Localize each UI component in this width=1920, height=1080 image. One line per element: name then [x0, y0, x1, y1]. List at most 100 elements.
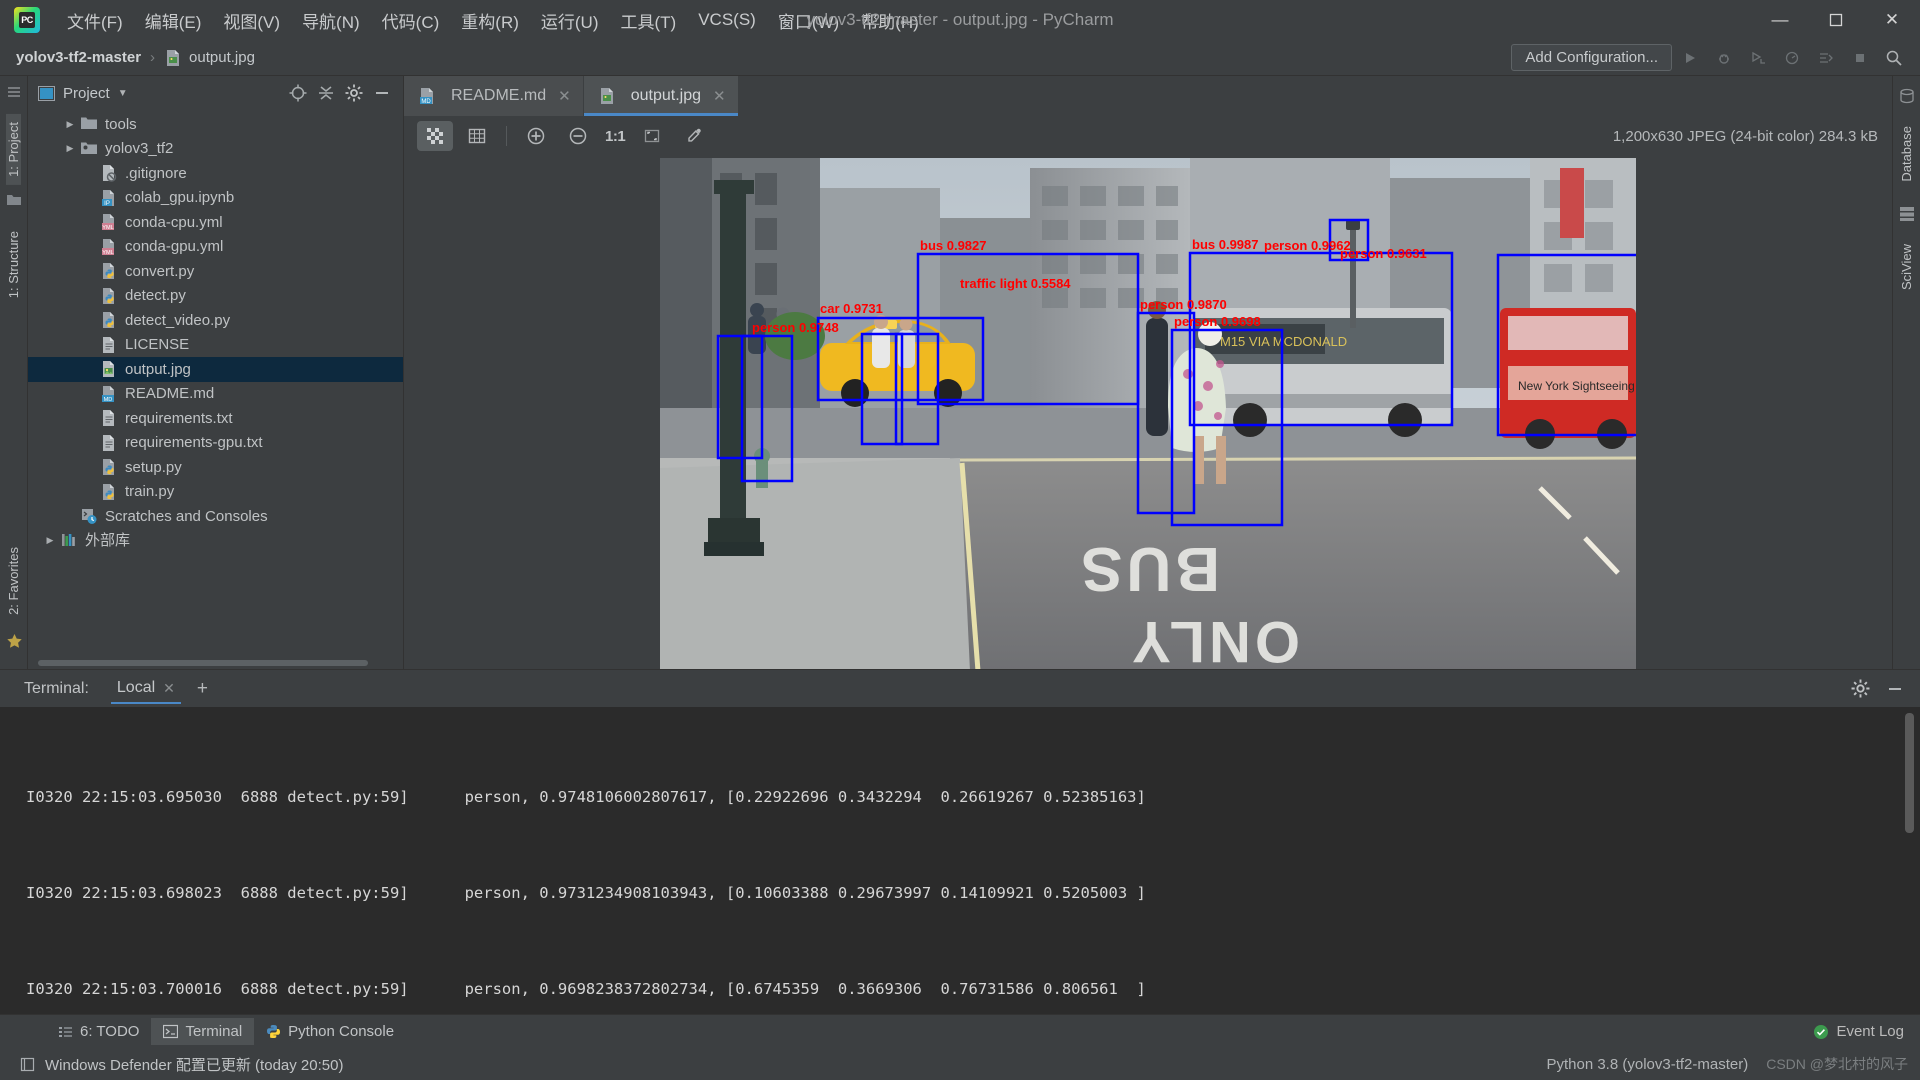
tree-node[interactable]: ▶train.py	[28, 480, 403, 505]
menu-navigate[interactable]: 导航(N)	[291, 4, 371, 37]
close-button[interactable]: ✕	[1864, 0, 1920, 40]
settings-gear-icon[interactable]	[341, 80, 367, 106]
yml-icon: YML	[100, 238, 118, 256]
menu-file[interactable]: 文件(F)	[56, 4, 134, 37]
tree-node[interactable]: ▶tools	[28, 112, 403, 137]
select-opened-file-icon[interactable]	[285, 80, 311, 106]
project-horizontal-scrollbar[interactable]	[28, 657, 403, 669]
tree-node[interactable]: ▶output.jpg	[28, 357, 403, 382]
sciview-rail-icon[interactable]	[1899, 206, 1915, 222]
debug-icon[interactable]	[1708, 44, 1740, 72]
chevron-down-icon[interactable]: ▼	[118, 88, 128, 99]
menu-code[interactable]: 代码(C)	[371, 4, 451, 37]
tree-node[interactable]: ▶MDREADME.md	[28, 382, 403, 407]
sidebar-item-favorites[interactable]: 2: Favorites	[6, 539, 21, 623]
tree-node[interactable]: ▶detect_video.py	[28, 308, 403, 333]
sidebar-item-sciview[interactable]: SciView	[1899, 236, 1914, 298]
tab-todo[interactable]: 6: TODO	[46, 1018, 151, 1045]
tab-readme-md[interactable]: MD README.md ✕	[404, 76, 584, 116]
fit-content-icon[interactable]	[634, 121, 670, 151]
folder-rail-icon[interactable]	[6, 193, 22, 209]
project-panel-actions	[285, 80, 395, 106]
menu-run[interactable]: 运行(U)	[530, 4, 610, 37]
menu-view[interactable]: 视图(V)	[212, 4, 291, 37]
tree-node[interactable]: ▶requirements.txt	[28, 406, 403, 431]
terminal-output[interactable]: I0320 22:15:03.695030 6888 detect.py:59]…	[0, 707, 1920, 1014]
svg-text:MD: MD	[421, 99, 431, 105]
color-picker-icon[interactable]	[676, 121, 712, 151]
tree-node[interactable]: ▶Scratches and Consoles	[28, 504, 403, 529]
status-message[interactable]: Windows Defender 配置已更新 (today 20:50)	[45, 1054, 343, 1075]
tree-node-label: convert.py	[125, 264, 194, 279]
tab-python-console[interactable]: Python Console	[254, 1018, 406, 1045]
image-canvas[interactable]: BUS ONLY	[404, 156, 1892, 669]
menu-tools[interactable]: 工具(T)	[610, 4, 688, 37]
chevron-right-icon[interactable]: ▶	[60, 112, 80, 136]
rail-menu-icon[interactable]	[6, 84, 22, 100]
project-file-tree[interactable]: ▶tools▶yolov3_tf2▶.gitignore▶IPcolab_gpu…	[28, 110, 403, 657]
terminal-hide-icon[interactable]	[1880, 680, 1910, 698]
terminal-session-tab[interactable]: Local ✕	[111, 673, 181, 704]
tab-readme-close-icon[interactable]: ✕	[558, 87, 571, 105]
tree-node[interactable]: ▶convert.py	[28, 259, 403, 284]
tree-node[interactable]: ▶yolov3_tf2	[28, 137, 403, 162]
sidebar-item-database[interactable]: Database	[1899, 118, 1914, 190]
run-coverage-icon[interactable]	[1742, 44, 1774, 72]
event-log-group[interactable]: Event Log	[1813, 1023, 1920, 1040]
terminal-session-close-icon[interactable]: ✕	[163, 680, 175, 697]
menu-edit[interactable]: 编辑(E)	[134, 4, 213, 37]
zoom-in-icon[interactable]	[518, 121, 554, 151]
tree-node[interactable]: ▶IPcolab_gpu.ipynb	[28, 186, 403, 211]
py-icon	[100, 262, 118, 280]
tree-node[interactable]: ▶YMLconda-cpu.yml	[28, 210, 403, 235]
tab-output-close-icon[interactable]: ✕	[713, 87, 726, 105]
menu-vcs[interactable]: VCS(S)	[687, 6, 767, 34]
run-icon[interactable]	[1674, 44, 1706, 72]
tree-node[interactable]: ▶LICENSE	[28, 333, 403, 358]
maximize-button[interactable]	[1808, 0, 1864, 40]
tree-node[interactable]: ▶外部库	[28, 529, 403, 554]
minimize-button[interactable]: —	[1752, 0, 1808, 40]
tree-node[interactable]: ▶.gitignore	[28, 161, 403, 186]
toolbar-separator	[506, 126, 507, 146]
stop-icon[interactable]	[1844, 44, 1876, 72]
tree-node-label: train.py	[125, 484, 174, 499]
add-configuration-button[interactable]: Add Configuration...	[1511, 44, 1672, 71]
breadcrumb-project[interactable]: yolov3-tf2-master	[16, 49, 141, 66]
sidebar-item-structure[interactable]: 1: Structure	[6, 223, 21, 306]
profile-icon[interactable]	[1776, 44, 1808, 72]
grid-icon[interactable]	[459, 121, 495, 151]
new-terminal-session-button[interactable]: +	[197, 678, 208, 700]
tree-node[interactable]: ▶YMLconda-gpu.yml	[28, 235, 403, 260]
zoom-out-icon[interactable]	[560, 121, 596, 151]
tab-output-jpg[interactable]: output.jpg ✕	[584, 76, 739, 116]
python-interpreter-label[interactable]: Python 3.8 (yolov3-tf2-master)	[1546, 1056, 1748, 1073]
menu-window[interactable]: 窗口(W)	[767, 4, 850, 37]
chevron-right-icon[interactable]: ▶	[40, 529, 60, 553]
actual-size-button[interactable]: 1:1	[599, 128, 631, 145]
favorites-star-icon[interactable]	[6, 633, 22, 649]
database-rail-icon[interactable]	[1899, 88, 1915, 104]
menu-refactor[interactable]: 重构(R)	[450, 4, 530, 37]
tree-node[interactable]: ▶detect.py	[28, 284, 403, 309]
terminal-header: Terminal: Local ✕ +	[0, 669, 1920, 707]
output-image: BUS ONLY	[660, 158, 1636, 669]
sidebar-database-label: Database	[1899, 126, 1914, 182]
chevron-right-icon[interactable]: ▶	[60, 137, 80, 161]
tree-node[interactable]: ▶requirements-gpu.txt	[28, 431, 403, 456]
tab-terminal[interactable]: Terminal	[151, 1018, 254, 1045]
run-with-icon[interactable]	[1810, 44, 1842, 72]
checkerboard-icon[interactable]	[417, 121, 453, 151]
search-everywhere-icon[interactable]	[1878, 44, 1910, 72]
markdown-file-icon: MD	[418, 87, 436, 105]
terminal-scrollbar[interactable]	[1905, 713, 1914, 1008]
menu-help[interactable]: 帮助(H)	[850, 4, 930, 37]
tree-node[interactable]: ▶setup.py	[28, 455, 403, 480]
rail-bottom-group: 2: Favorites	[6, 533, 22, 657]
hide-panel-icon[interactable]	[369, 80, 395, 106]
terminal-session-label: Local	[117, 679, 155, 697]
collapse-all-icon[interactable]	[313, 80, 339, 106]
terminal-settings-gear-icon[interactable]	[1851, 679, 1870, 698]
breadcrumb-file[interactable]: output.jpg	[189, 49, 255, 66]
sidebar-item-project[interactable]: 1: Project	[6, 114, 21, 185]
